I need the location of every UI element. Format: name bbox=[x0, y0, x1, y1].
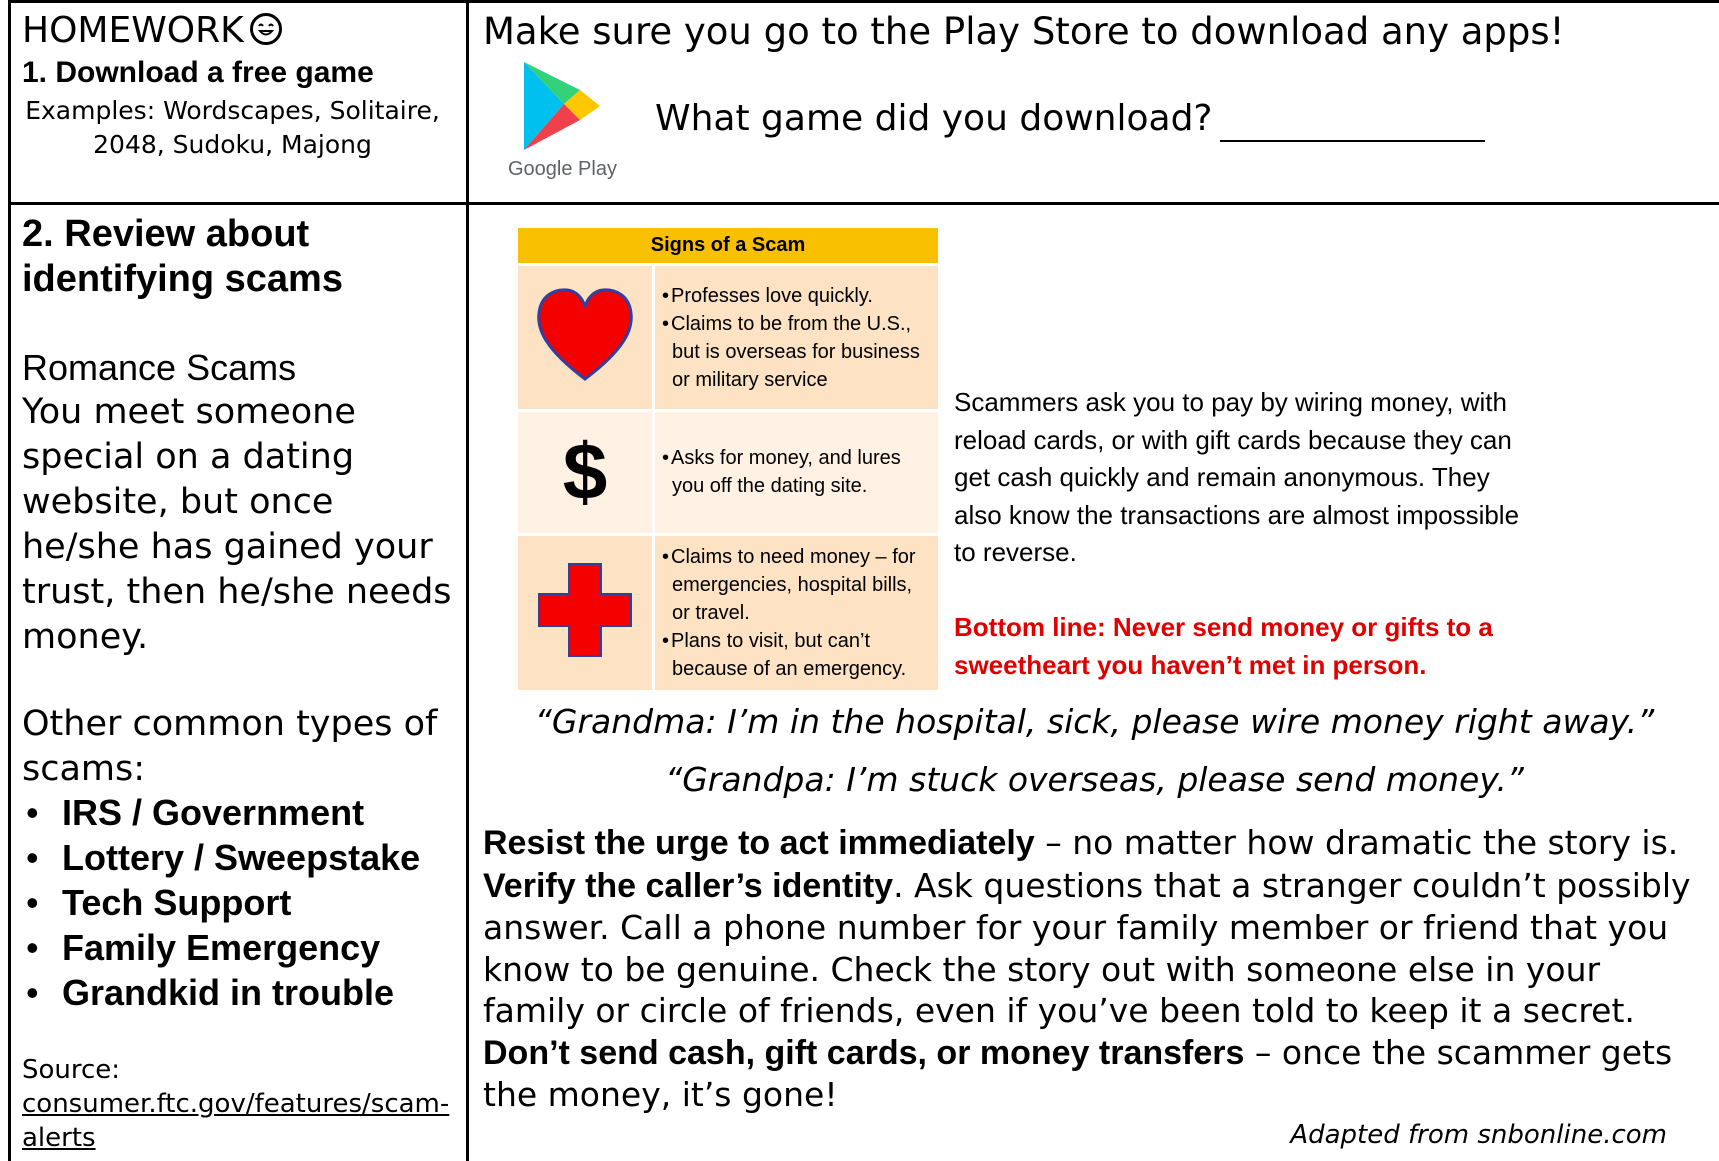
list-item: Claims to need money – for emergencies, … bbox=[660, 543, 931, 627]
signs-of-scam-table: Signs of a Scam Professes love quickly. … bbox=[518, 228, 938, 690]
table-row: Claims to need money – for emergencies, … bbox=[518, 532, 938, 690]
homework-examples: Examples: Wordscapes, Solitaire, 2048, S… bbox=[25, 96, 440, 159]
homework-item-1: 1. Download a free game bbox=[22, 56, 374, 89]
play-store-note: Make sure you go to the Play Store to do… bbox=[483, 10, 1565, 53]
answer-blank[interactable] bbox=[1220, 140, 1485, 142]
adapted-credit: Adapted from snbonline.com bbox=[1290, 1120, 1667, 1150]
romance-scams-description: You meet someone special on a dating web… bbox=[22, 392, 452, 657]
homework-title: HOMEWORK bbox=[22, 10, 282, 51]
advice-heading-resist: Resist the urge to act immediately bbox=[483, 824, 1035, 862]
row-divider bbox=[8, 202, 1719, 205]
list-item: Plans to visit, but can’t because of an … bbox=[660, 627, 931, 683]
heart-icon bbox=[518, 263, 655, 411]
list-item: Claims to be from the U.S., but is overs… bbox=[660, 310, 931, 394]
list-item: Family Emergency bbox=[22, 925, 462, 970]
table-header: Signs of a Scam bbox=[518, 228, 938, 267]
list-item: Lottery / Sweepstake bbox=[22, 835, 462, 880]
list-item: IRS / Government bbox=[22, 790, 462, 835]
scam-types-list: IRS / Government Lottery / Sweepstake Te… bbox=[22, 790, 462, 1015]
google-play-logo-text: Google Play bbox=[508, 158, 617, 180]
google-play-icon bbox=[506, 60, 602, 156]
table-border-top bbox=[8, 0, 1719, 3]
romance-scams-title: Romance Scams bbox=[22, 347, 297, 388]
table-border-left bbox=[8, 0, 11, 1161]
table-row: $ Asks for money, and lures you off the … bbox=[518, 408, 938, 535]
smiley-icon bbox=[249, 13, 282, 45]
bottom-line-warning: Bottom line: Never send money or gifts t… bbox=[954, 612, 1493, 680]
review-title: 2. Review about identifying scams bbox=[22, 213, 343, 300]
advice-heading-verify: Verify the caller’s identity bbox=[483, 866, 894, 905]
list-item: Asks for money, and lures you off the da… bbox=[660, 444, 931, 500]
other-scams-title: Other common types of scams: bbox=[22, 704, 438, 789]
game-question: What game did you download? bbox=[655, 98, 1213, 139]
column-divider bbox=[466, 0, 469, 1161]
table-row: Professes love quickly. Claims to be fro… bbox=[518, 263, 938, 411]
source-link[interactable]: consumer.ftc.gov/features/scam-alerts bbox=[22, 1087, 462, 1155]
dollar-icon: $ bbox=[562, 427, 608, 517]
red-cross-icon bbox=[518, 532, 655, 690]
list-item: Tech Support bbox=[22, 880, 462, 925]
grandpa-quote: “Grandpa: I’m stuck overseas, please sen… bbox=[665, 760, 1524, 799]
scam-payment-text: Scammers ask you to pay by wiring money,… bbox=[954, 387, 1520, 567]
grandma-quote: “Grandma: I’m in the hospital, sick, ple… bbox=[534, 702, 1655, 741]
list-item: Grandkid in trouble bbox=[22, 970, 462, 1015]
list-item: Professes love quickly. bbox=[660, 282, 931, 310]
source-label: Source: bbox=[22, 1055, 121, 1085]
advice-heading-dont-send: Don’t send cash, gift cards, or money tr… bbox=[483, 1033, 1245, 1072]
advice-text: Resist the urge to act immediately – no … bbox=[483, 823, 1691, 1114]
